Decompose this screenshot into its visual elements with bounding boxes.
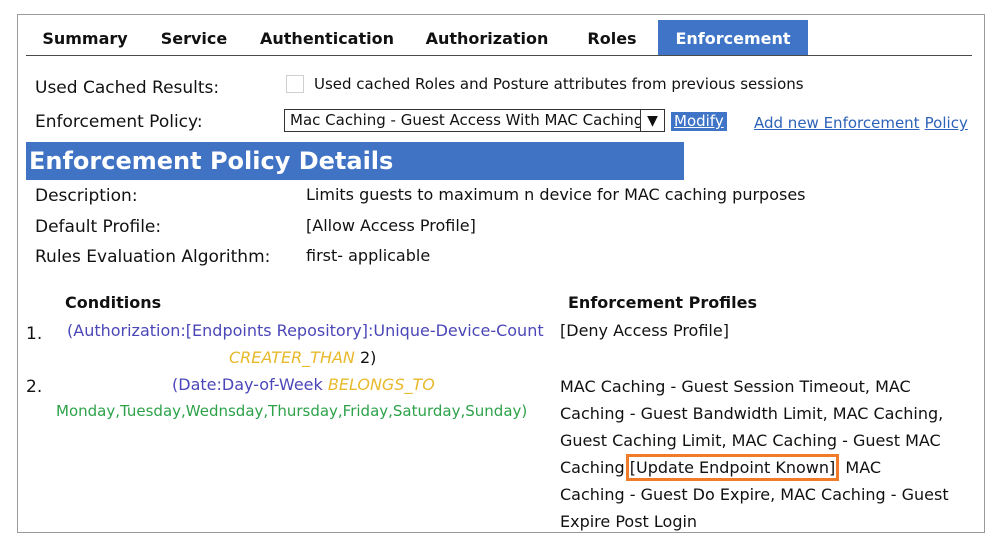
enforcement-policy-label: Enforcement Policy: <box>35 112 203 132</box>
rule-number: 1. <box>26 324 43 344</box>
tab-roles[interactable]: Roles <box>566 20 658 55</box>
modify-button[interactable]: Modify <box>671 112 727 131</box>
policy-details-title: Enforcement Policy Details <box>26 142 684 180</box>
tab-service[interactable]: Service <box>142 20 246 55</box>
add-new-policy-link-text[interactable]: Add new Enforcement <box>754 114 920 132</box>
add-new-policy-link[interactable]: Add new Enforcement Policy <box>754 113 968 132</box>
rule-1-operator: CREATER_THAN <box>229 348 355 367</box>
conditions-header: Conditions <box>65 293 162 312</box>
description-value: Limits guests to maximum n device for MA… <box>306 185 806 204</box>
rule-1-condition: (Authorization:[Endpoints Repository]:Un… <box>67 321 544 340</box>
tab-enforcement[interactable]: Enforcement <box>658 20 808 55</box>
enforcement-profiles-header: Enforcement Profiles <box>568 293 757 312</box>
rule-2-condition: (Date:Day-of-Week <box>172 375 328 394</box>
algorithm-value: first- applicable <box>306 246 431 265</box>
rule-1-condition-operator-line: CREATER_THAN 2) <box>229 348 376 367</box>
enforcement-policy-select[interactable]: Mac Caching - Guest Access With MAC Cach… <box>284 109 665 132</box>
rule-1-value: 2) <box>354 348 377 367</box>
cached-results-checkbox[interactable] <box>286 75 304 93</box>
dropdown-arrow-icon[interactable]: ▼ <box>640 110 664 131</box>
add-new-policy-link-text-policy[interactable]: Policy <box>925 114 968 132</box>
default-profile-value: [Allow Access Profile] <box>306 216 476 235</box>
enforcement-policy-selected-value: Mac Caching - Guest Access With MAC Cach… <box>290 111 640 129</box>
rule-2-highlighted-profile: [Update Endpoint Known] <box>625 454 840 481</box>
tab-summary[interactable]: Summary <box>28 20 142 55</box>
rule-2-operator: BELONGS_TO <box>327 375 435 394</box>
rule-1-profiles: [Deny Access Profile] <box>560 321 729 340</box>
tab-bar: Summary Service Authentication Authoriza… <box>28 20 808 56</box>
rule-2-value: Monday,Tuesday,Wednsday,Thursday,Friday,… <box>56 402 528 420</box>
rule-2-condition-line: (Date:Day-of-Week BELONGS_TO <box>172 375 435 394</box>
default-profile-label: Default Profile: <box>35 217 162 237</box>
tab-authorization[interactable]: Authorization <box>408 20 566 55</box>
cached-results-checkbox-label: Used cached Roles and Posture attributes… <box>314 75 804 93</box>
rule-2-profiles: MAC Caching - Guest Session Timeout, MAC… <box>560 373 950 535</box>
description-label: Description: <box>35 186 138 206</box>
rule-number: 2. <box>26 377 43 397</box>
tab-divider <box>26 55 972 56</box>
cached-results-label: Used Cached Results: <box>35 78 220 98</box>
algorithm-label: Rules Evaluation Algorithm: <box>35 247 271 267</box>
tab-authentication[interactable]: Authentication <box>246 20 408 55</box>
